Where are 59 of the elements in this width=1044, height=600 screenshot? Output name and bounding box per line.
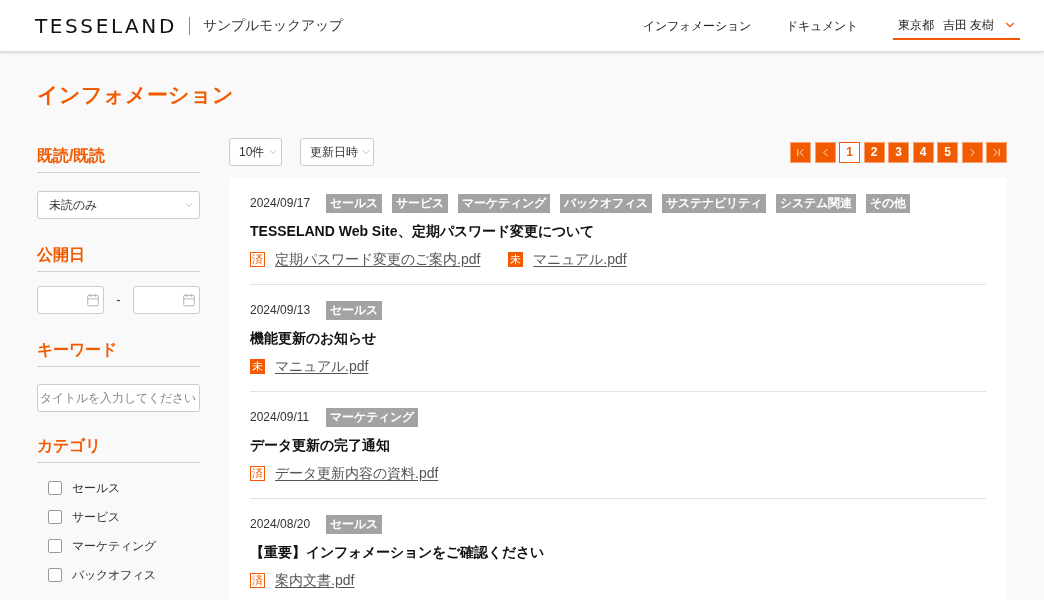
category-tag: マーケティング	[458, 193, 550, 213]
date-input[interactable]	[37, 286, 104, 314]
category-tag: サービス	[392, 193, 448, 213]
logo[interactable]: TESSELAND	[35, 10, 177, 41]
read-status-badge: 済	[250, 572, 265, 588]
read-status-badge: 未	[508, 251, 524, 267]
read-status-badge: 済	[250, 465, 265, 481]
previous-page-button[interactable]	[814, 141, 836, 163]
category-label: セールス	[72, 480, 120, 497]
category-tag: セールス	[326, 193, 382, 213]
next-page-button[interactable]	[961, 141, 983, 163]
file-link[interactable]: 案内文書.pdf	[275, 569, 355, 591]
category-label: サービス	[72, 509, 120, 526]
category-tag: その他	[866, 193, 910, 213]
nav-link[interactable]: インフォメーション	[642, 16, 751, 35]
category-label: バックオフィス	[72, 567, 156, 584]
file-link[interactable]: マニュアル.pdf	[275, 355, 369, 377]
category-label: マーケティング	[72, 538, 156, 555]
item-date: 2024/09/17	[250, 195, 312, 212]
calendar-icon	[86, 293, 100, 307]
user-menu-button[interactable]: 東京都 吉田 友樹	[892, 15, 1020, 40]
first-page-button[interactable]	[790, 141, 811, 163]
keyword-input[interactable]: タイトルを入力してください	[37, 384, 200, 412]
item-title[interactable]: データ更新の完了通知	[250, 435, 390, 455]
file-link[interactable]: マニュアル.pdf	[533, 248, 627, 270]
nav-link[interactable]: ドキュメント	[785, 16, 858, 35]
read-status-select[interactable]: 未読のみ	[37, 191, 200, 219]
file-link[interactable]: データ更新内容の資料.pdf	[275, 462, 439, 484]
category-tag: バックオフィス	[560, 193, 652, 213]
filter-heading: カテゴリ	[37, 436, 101, 456]
category-tag: システム関連	[776, 193, 856, 213]
date-range-separator: -	[116, 291, 121, 310]
item-date: 2024/08/20	[250, 516, 312, 533]
per-page-select[interactable]: 10件	[229, 138, 282, 166]
read-status-badge: 済	[250, 251, 265, 267]
page-title: インフォメーション	[37, 82, 234, 108]
item-title[interactable]: 【重要】インフォメーションをご確認ください	[250, 542, 544, 562]
filter-heading: キーワード	[37, 340, 117, 360]
sort-select[interactable]: 更新日時	[300, 138, 374, 166]
category-tag: サステナビリティ	[662, 193, 766, 213]
category-checkbox[interactable]	[48, 568, 62, 582]
item-title[interactable]: 機能更新のお知らせ	[250, 328, 376, 348]
category-checkbox[interactable]	[48, 510, 62, 524]
category-tag: セールス	[326, 514, 382, 534]
filter-heading: 公開日	[37, 245, 85, 265]
date-input[interactable]	[133, 286, 200, 314]
item-title[interactable]: TESSELAND Web Site、定期パスワード変更について	[250, 221, 594, 241]
category-checkbox[interactable]	[48, 481, 62, 495]
read-status-badge: 未	[250, 358, 265, 374]
calendar-icon	[182, 293, 196, 307]
site-subtitle: サンプルモックアップ	[202, 16, 343, 35]
category-checkbox[interactable]	[48, 539, 62, 553]
last-page-button[interactable]	[986, 141, 1007, 163]
item-date: 2024/09/13	[250, 302, 312, 319]
file-link[interactable]: 定期パスワード変更のご案内.pdf	[275, 248, 481, 270]
category-tag: マーケティング	[326, 407, 418, 427]
item-date: 2024/09/11	[250, 409, 311, 426]
category-tag: セールス	[326, 300, 382, 320]
filter-heading: 既読/既読	[37, 146, 106, 166]
